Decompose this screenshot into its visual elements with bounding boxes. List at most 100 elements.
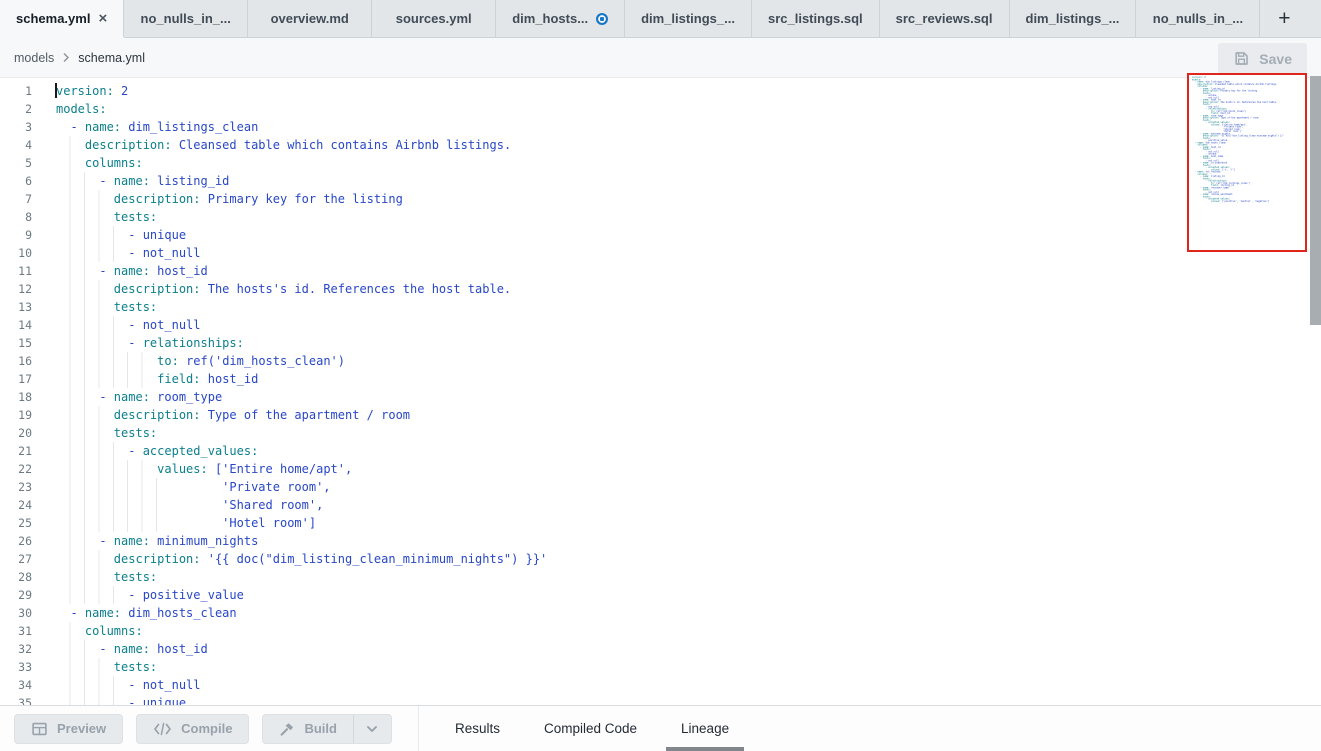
code-line-text[interactable]: columns: [56, 622, 1321, 640]
yaml-value [56, 462, 157, 476]
code-line-text[interactable]: - name: room_type [56, 388, 1321, 406]
save-floppy-icon [1233, 50, 1250, 67]
code-line-text[interactable]: - positive_value [56, 586, 1321, 604]
code-line-text[interactable]: - not_null [56, 244, 1321, 262]
yaml-value: - not_null [56, 318, 201, 332]
code-line-text[interactable]: - not_null [56, 316, 1321, 334]
code-line-text[interactable]: - name: listing_id [56, 172, 1321, 190]
build-dropdown-button[interactable] [353, 715, 391, 743]
yaml-key: columns: [85, 624, 143, 638]
yaml-value: - unique [56, 696, 186, 705]
code-line: 11 - name: host_id [0, 262, 1321, 280]
line-number: 4 [0, 136, 32, 154]
code-line-text[interactable]: description: '{{ doc("dim_listing_clean_… [56, 550, 1321, 568]
file-tab-dim-listings[interactable]: dim_listings_... [1010, 0, 1137, 37]
code-line-text[interactable]: tests: [56, 298, 1321, 316]
code-line-text[interactable]: tests: [56, 568, 1321, 586]
code-line-text[interactable]: field: host_id [56, 370, 1321, 388]
panel-tab-lineage[interactable]: Lineage [666, 706, 744, 751]
file-tab-src-listings-sql[interactable]: src_listings.sql [752, 0, 880, 37]
code-line-text[interactable]: tests: [56, 658, 1321, 676]
code-line-text[interactable]: - name: host_id [56, 262, 1321, 280]
code-line-text[interactable]: - name: dim_hosts_clean [56, 604, 1321, 622]
yaml-value: ['Entire home/apt', [208, 462, 353, 476]
panel-tab-compiled-code[interactable]: Compiled Code [529, 706, 652, 751]
yaml-key: tests: [114, 660, 157, 674]
yaml-value: listing_id [150, 174, 229, 188]
file-tab-src-reviews-sql[interactable]: src_reviews.sql [880, 0, 1010, 37]
yaml-key: name: [114, 642, 150, 656]
yaml-value: - [56, 120, 85, 134]
code-line: 15 - relationships: [0, 334, 1321, 352]
yaml-value [1192, 200, 1211, 203]
editor-scrollbar-thumb[interactable] [1310, 76, 1321, 325]
yaml-key: description: [114, 408, 201, 422]
file-tab-dim-hosts[interactable]: dim_hosts... [496, 0, 625, 37]
preview-button[interactable]: Preview [14, 714, 123, 744]
code-line: 32 - name: host_id [0, 640, 1321, 658]
code-line-text[interactable]: values: ['Entire home/apt', [56, 460, 1321, 478]
file-tab-no-nulls-in[interactable]: no_nulls_in_... [1136, 0, 1260, 37]
panel-tab-results[interactable]: Results [440, 706, 515, 751]
yaml-value: minimum_nights [150, 534, 258, 548]
code-line-text[interactable]: description: Primary key for the listing [56, 190, 1321, 208]
yaml-key: name: [85, 120, 121, 134]
build-button-group: Build [262, 714, 392, 744]
new-tab-button[interactable]: + [1260, 0, 1308, 37]
code-line-text[interactable]: 'Private room', [56, 478, 1321, 496]
code-line-text[interactable]: models: [56, 100, 1321, 118]
yaml-value [56, 426, 114, 440]
code-line-text[interactable]: to: ref('dim_hosts_clean') [56, 352, 1321, 370]
code-line-text[interactable]: description: Type of the apartment / roo… [56, 406, 1321, 424]
code-line-text[interactable]: tests: [56, 208, 1321, 226]
preview-button-label: Preview [57, 721, 106, 736]
code-line-text[interactable]: description: Cleansed table which contai… [56, 136, 1321, 154]
line-number: 33 [0, 658, 32, 676]
code-line-text[interactable]: tests: [56, 424, 1321, 442]
yaml-value: - [56, 336, 143, 350]
code-line-text[interactable]: description: The hosts's id. References … [56, 280, 1321, 298]
compile-button[interactable]: Compile [136, 714, 249, 744]
yaml-value: listing_id [1210, 175, 1225, 178]
code-line-text[interactable]: columns: [56, 154, 1321, 172]
code-line-text[interactable]: 'Shared room', [56, 496, 1321, 514]
code-line-text[interactable]: - relationships: [56, 334, 1321, 352]
yaml-value: reviewer_name [1210, 187, 1229, 190]
code-line-text[interactable]: - accepted_values: [56, 442, 1321, 460]
code-line-text[interactable]: - name: dim_listings_clean [56, 118, 1321, 136]
code-line: 8 tests: [0, 208, 1321, 226]
file-tab-label: no_nulls_in_... [141, 11, 231, 26]
code-line-text[interactable]: version: 2 [56, 82, 1321, 100]
code-line-text[interactable]: - name: host_id [56, 640, 1321, 658]
build-button[interactable]: Build [263, 715, 353, 743]
yaml-value: host_id [1210, 146, 1221, 149]
code-editor[interactable]: 1version: 22models:3 - name: dim_listing… [0, 78, 1321, 705]
code-icon [153, 722, 172, 736]
yaml-value: - [56, 642, 114, 656]
breadcrumb-folder: models [14, 51, 54, 65]
file-tab-no-nulls-in[interactable]: no_nulls_in_... [124, 0, 248, 37]
line-number: 28 [0, 568, 32, 586]
code-line-text[interactable]: - unique [56, 694, 1321, 705]
yaml-value [56, 408, 114, 422]
file-tab-sources-yml[interactable]: sources.yml [372, 0, 496, 37]
code-line-text[interactable]: - unique [56, 226, 1321, 244]
yaml-value: host_id [150, 642, 208, 656]
yaml-value: - [56, 534, 114, 548]
yaml-key: description: [114, 192, 201, 206]
file-tab-schema-yml[interactable]: schema.yml× [0, 0, 124, 37]
file-tab-label: dim_hosts... [512, 11, 588, 26]
yaml-value: Type of the apartment / room [1219, 117, 1258, 120]
save-button[interactable]: Save [1218, 43, 1307, 74]
file-tab-dim-listings[interactable]: dim_listings_... [625, 0, 752, 37]
close-icon[interactable]: × [98, 11, 107, 26]
editor-minimap[interactable]: version: 2models: - name: dim_listings_c… [1187, 73, 1307, 252]
file-tab-overview-md[interactable]: overview.md [248, 0, 372, 37]
line-number: 7 [0, 190, 32, 208]
yaml-value: Primary key for the listing [201, 192, 403, 206]
yaml-key: models: [56, 102, 107, 116]
code-line-text[interactable]: - name: minimum_nights [56, 532, 1321, 550]
code-line-text[interactable]: 'Hotel room'] [56, 514, 1321, 532]
code-line: 1version: 2 [0, 82, 1321, 100]
code-line-text[interactable]: - not_null [56, 676, 1321, 694]
